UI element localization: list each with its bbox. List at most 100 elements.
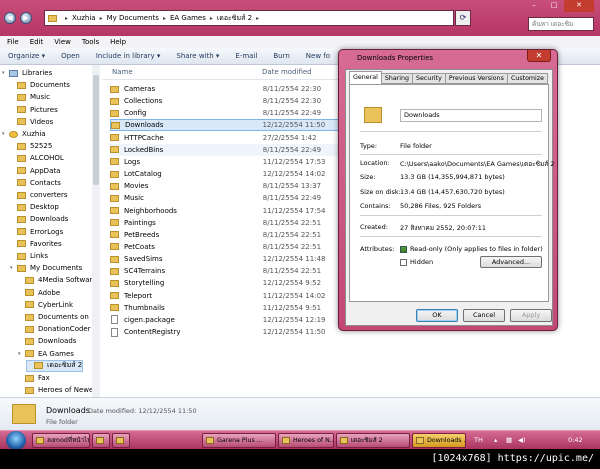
cancel-button[interactable]: Cancel <box>463 309 505 322</box>
breadcrumb-item[interactable]: เดอะซิมส์ 2 <box>217 13 252 24</box>
address-bar[interactable]: ▸ Xuzhia ▸ My Documents ▸ EA Games ▸ เดอ… <box>44 10 454 26</box>
nav-item[interactable]: Links <box>10 250 48 262</box>
file-row[interactable]: SavedSims 12/12/2554 11:48 <box>110 253 342 265</box>
file-row[interactable]: Cameras 8/11/2554 22:30 <box>110 83 342 95</box>
nav-item[interactable]: Downloads <box>18 335 76 347</box>
nav-item[interactable]: ▾ Libraries <box>2 67 52 79</box>
file-row[interactable]: SC4Terrains 8/11/2554 22:51 <box>110 265 342 277</box>
menu-edit[interactable]: Edit <box>23 38 48 46</box>
hidden-checkbox[interactable] <box>400 259 407 266</box>
search-input[interactable]: ค้นหา เดอะซิม <box>528 17 594 31</box>
tab-general[interactable]: General <box>349 71 382 84</box>
nav-item[interactable]: Fax <box>18 372 50 384</box>
expand-arrow-icon[interactable]: ▾ <box>18 351 25 357</box>
nav-item[interactable]: Videos <box>10 116 53 128</box>
nav-scrollbar[interactable] <box>92 65 100 397</box>
start-orb-icon[interactable] <box>6 431 26 450</box>
menu-help[interactable]: Help <box>103 38 130 46</box>
advanced-button[interactable]: Advanced... <box>480 256 542 268</box>
maximize-icon[interactable]: □ <box>544 0 564 12</box>
file-row[interactable]: ContentRegistry 12/12/2554 11:50 <box>110 326 342 338</box>
nav-item[interactable]: ALCOHOL <box>10 152 64 164</box>
language-indicator[interactable]: TH <box>474 436 483 444</box>
menu-file[interactable]: File <box>0 38 23 46</box>
file-row[interactable]: Paintings 8/11/2554 22:51 <box>110 217 342 229</box>
file-row[interactable]: Thumbnails 11/12/2554 9:51 <box>110 302 342 314</box>
taskbar-button[interactable] <box>112 433 130 448</box>
expand-arrow-icon[interactable]: ▾ <box>10 265 17 271</box>
close-icon[interactable]: ✕ <box>564 0 594 12</box>
menu-tools[interactable]: Tools <box>75 38 103 46</box>
nav-item[interactable]: ErrorLogs <box>10 226 63 238</box>
share-with-button[interactable]: Share with ▾ <box>168 52 227 60</box>
file-row[interactable]: cigen.package 12/12/2554 12:19 <box>110 314 342 326</box>
file-row[interactable]: HTTPCache 27/2/2554 1:42 <box>110 132 342 144</box>
nav-item[interactable]: Music <box>10 91 50 103</box>
nav-item[interactable]: DonationCoder <box>18 323 91 335</box>
nav-item[interactable]: converters <box>10 189 67 201</box>
nav-item[interactable]: Contacts <box>10 177 61 189</box>
file-row[interactable]: Neighborhoods 11/12/2554 17:54 <box>110 205 342 217</box>
file-row[interactable]: Storytelling 12/12/2554 9:52 <box>110 277 342 289</box>
nav-item[interactable]: Documents <box>10 79 70 91</box>
nav-item[interactable]: Downloads <box>10 213 68 225</box>
taskbar-button[interactable] <box>92 433 110 448</box>
tray-arrow-icon[interactable]: ▴ <box>494 436 497 444</box>
nav-item[interactable]: เดอะซิมส์ 2 <box>26 359 84 372</box>
expand-arrow-icon[interactable]: ▾ <box>2 131 9 137</box>
taskbar-button[interactable]: Downloads ... <box>412 433 466 448</box>
refresh-icon[interactable]: ⟳ <box>455 10 471 26</box>
nav-item[interactable]: Pictures <box>10 104 58 116</box>
tab-previous-versions[interactable]: Previous Versions <box>444 73 508 84</box>
ok-button[interactable]: OK <box>416 309 458 322</box>
file-row[interactable]: Collections 8/11/2554 22:30 <box>110 95 342 107</box>
tab-security[interactable]: Security <box>412 73 446 84</box>
nav-item[interactable]: CyberLink <box>18 299 73 311</box>
minimize-icon[interactable]: – <box>524 0 544 12</box>
clock[interactable]: 0:42 <box>568 436 583 444</box>
file-row[interactable]: Teleport 11/12/2554 14:02 <box>110 290 342 302</box>
expand-arrow-icon[interactable]: ▾ <box>2 70 9 76</box>
file-row[interactable]: Movies 8/11/2554 13:37 <box>110 180 342 192</box>
nav-item[interactable]: Desktop <box>10 201 59 213</box>
file-row[interactable]: PetCoats 8/11/2554 22:51 <box>110 241 342 253</box>
taskbar-button[interactable]: Garena Plus ... <box>202 433 276 448</box>
breadcrumb-item[interactable]: Xuzhia <box>72 14 96 22</box>
volume-icon[interactable]: ◀) <box>518 436 526 444</box>
taskbar-button[interactable]: เดอะซิมส์ 2 <box>336 433 410 448</box>
folder-name-field[interactable]: Downloads <box>400 109 542 122</box>
file-row[interactable]: LockedBins 8/11/2554 22:49 <box>110 143 342 156</box>
back-arrow-icon[interactable]: ◀ <box>4 12 16 24</box>
new-folder-button[interactable]: New fo <box>298 52 338 60</box>
breadcrumb-item[interactable]: EA Games <box>170 14 206 22</box>
nav-item[interactable]: ▾ EA Games <box>18 348 74 360</box>
file-row[interactable]: PetBreeds 8/11/2554 22:51 <box>110 229 342 241</box>
nav-item[interactable]: Documents on <box>18 311 89 323</box>
apply-button[interactable]: Apply <box>510 309 552 322</box>
tab-customize[interactable]: Customize <box>506 73 548 84</box>
nav-item[interactable]: ▾ Xuzhia <box>2 128 46 140</box>
file-row[interactable]: LotCatalog 12/12/2554 14:02 <box>110 168 342 180</box>
column-date-modified[interactable]: Date modified <box>262 68 312 76</box>
column-name[interactable]: Name <box>112 68 133 76</box>
nav-item[interactable]: 52525 <box>10 140 52 152</box>
organize-button[interactable]: Organize ▾ <box>0 52 53 60</box>
burn-button[interactable]: Burn <box>265 52 297 60</box>
open-button[interactable]: Open <box>53 52 88 60</box>
menu-view[interactable]: View <box>47 38 75 46</box>
file-row[interactable]: Config 8/11/2554 22:49 <box>110 107 342 119</box>
forward-arrow-icon[interactable]: ▶ <box>20 12 32 24</box>
breadcrumb-item[interactable]: My Documents <box>107 14 159 22</box>
file-row[interactable]: Downloads 12/12/2554 11:50 <box>110 119 342 132</box>
file-row[interactable]: Music 8/11/2554 22:49 <box>110 192 342 204</box>
taskbar-button[interactable]: Heroes of N... <box>278 433 334 448</box>
nav-item[interactable]: ▾ My Documents <box>10 262 82 274</box>
read-only-checkbox[interactable] <box>400 246 407 253</box>
nav-item[interactable]: 4Media Softwar <box>18 274 92 286</box>
include-in-library-button[interactable]: Include in library ▾ <box>88 52 169 60</box>
nav-item[interactable]: Heroes of Newe <box>18 384 93 396</box>
tab-sharing[interactable]: Sharing <box>380 73 414 84</box>
taskbar-button[interactable]: ลงmodที่หน้าไป... <box>32 433 90 448</box>
nav-item[interactable]: Adobe <box>18 287 60 299</box>
email-button[interactable]: E-mail <box>227 52 265 60</box>
